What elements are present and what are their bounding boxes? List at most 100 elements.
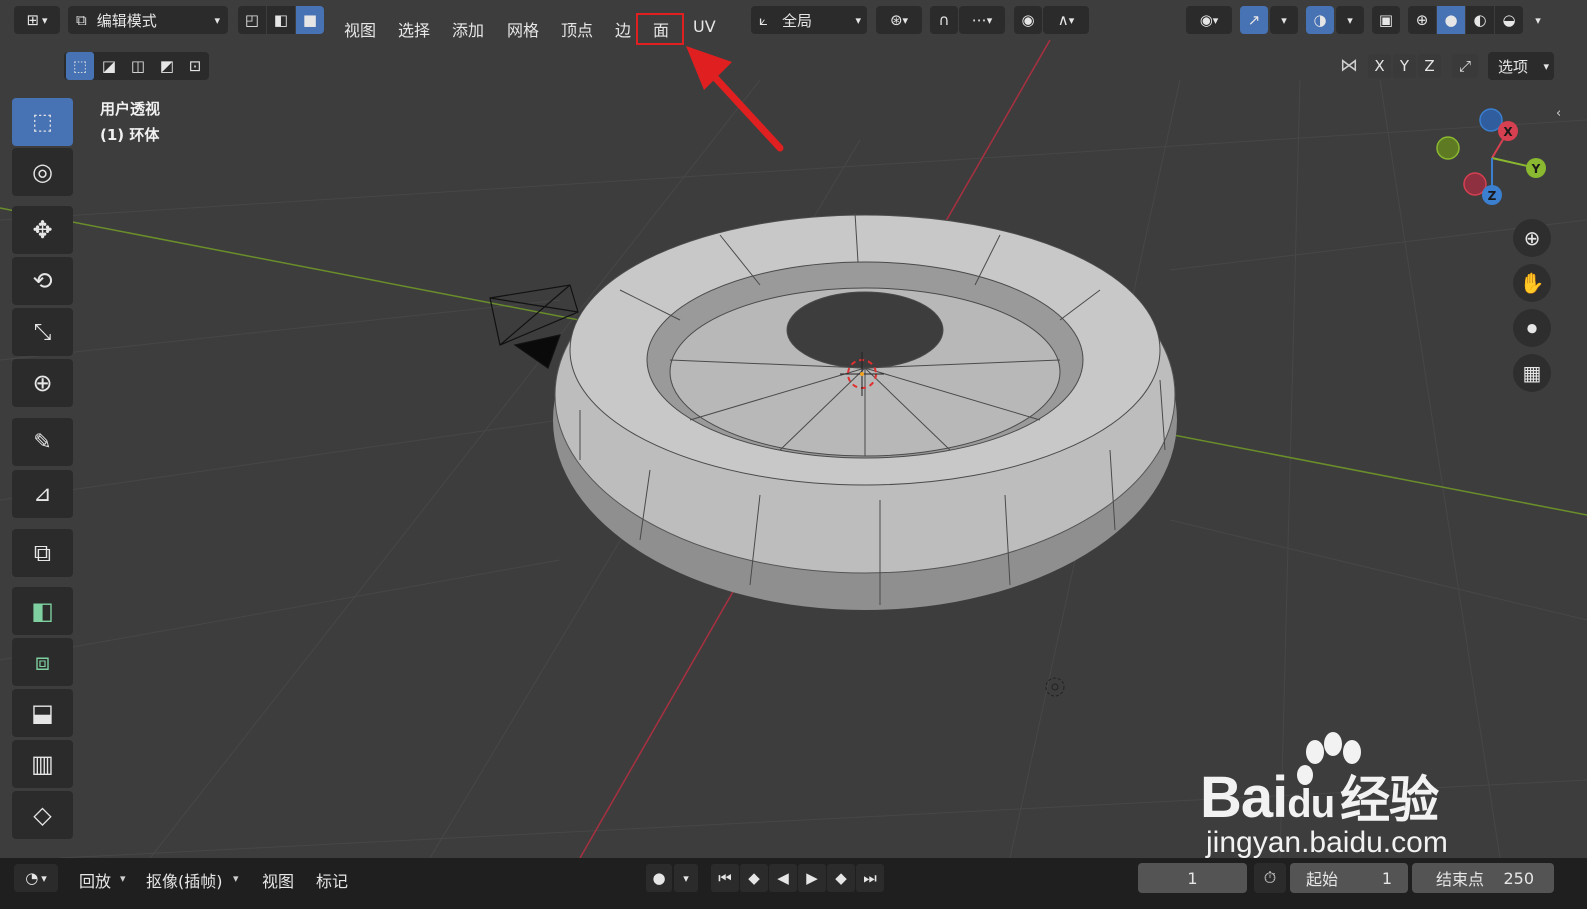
menu-vertex[interactable]: 顶点 bbox=[561, 17, 593, 41]
tool-inset[interactable]: ⧈ bbox=[12, 638, 73, 686]
vertex-select-button[interactable]: ◰ bbox=[238, 6, 266, 34]
shading-rendered-button[interactable]: ◒ bbox=[1495, 6, 1523, 34]
edge-select-button[interactable]: ◧ bbox=[267, 6, 295, 34]
tool-extrude[interactable]: ◧ bbox=[12, 587, 73, 635]
tool-knife[interactable]: ◇ bbox=[12, 791, 73, 839]
zoom-button[interactable]: ⊕ bbox=[1513, 219, 1551, 257]
shading-solid-button[interactable]: ● bbox=[1437, 6, 1465, 34]
tool-scale[interactable]: ⤡ bbox=[12, 308, 73, 356]
pivot-icon: ⊛ bbox=[889, 11, 903, 29]
perspective-toggle-button[interactable]: ▦ bbox=[1513, 354, 1551, 392]
tool-move[interactable]: ✥ bbox=[12, 206, 73, 254]
chevron-down-icon: ▾ bbox=[986, 13, 993, 27]
gizmo-y-label: Y bbox=[1531, 162, 1541, 176]
menu-face[interactable]: 面 bbox=[653, 17, 669, 41]
menu-edge[interactable]: 边 bbox=[615, 17, 631, 41]
falloff-dropdown[interactable]: ∧ ▾ bbox=[1043, 6, 1089, 34]
tool-add-cube[interactable]: ⧉ bbox=[12, 529, 73, 577]
tool-annotate[interactable]: ✎ bbox=[12, 418, 73, 466]
overlays-icon: ◑ bbox=[1313, 11, 1327, 29]
rendered-sphere-icon: ◒ bbox=[1502, 11, 1516, 29]
chevron-down-icon: ▾ bbox=[683, 871, 689, 885]
tool-cursor[interactable]: ◎ bbox=[12, 148, 73, 196]
topology-mirror-icon: ⤢ bbox=[1458, 57, 1471, 75]
tool-select-box[interactable]: ⬚ bbox=[12, 98, 73, 146]
timeline-view-menu[interactable]: 视图 bbox=[262, 868, 294, 892]
overlays-dropdown[interactable]: ▾ bbox=[1336, 6, 1364, 34]
orientation-dropdown[interactable]: ⟀ 全局 ▾ bbox=[751, 6, 867, 34]
timeline-editor-type[interactable]: ◔ ▾ bbox=[14, 864, 58, 892]
play-button[interactable]: ▶ bbox=[798, 864, 826, 892]
start-frame-field[interactable]: 起始 1 bbox=[1290, 863, 1408, 893]
select-intersect-icon[interactable]: ⊡ bbox=[182, 52, 208, 80]
edge-mode-icon: ◧ bbox=[273, 11, 289, 29]
torus-mesh bbox=[553, 212, 1177, 610]
play-reverse-button[interactable]: ◀ bbox=[769, 864, 797, 892]
bevel-icon: ⬓ bbox=[31, 699, 54, 727]
play-icon: ▶ bbox=[806, 869, 818, 887]
mode-dropdown[interactable]: ⧉ 编辑模式 ▾ bbox=[68, 6, 228, 34]
chevron-down-icon: ▾ bbox=[233, 872, 239, 885]
view-name: 用户透视 bbox=[100, 100, 161, 118]
options-dropdown[interactable]: 选项 ▾ bbox=[1488, 52, 1554, 80]
watermark-brand: Baidu 经验 bbox=[1200, 760, 1439, 832]
tool-bevel[interactable]: ⬓ bbox=[12, 689, 73, 737]
hand-icon: ✋ bbox=[1519, 271, 1545, 295]
visibility-dropdown[interactable]: ◉ ▾ bbox=[1186, 6, 1232, 34]
menu-view[interactable]: 视图 bbox=[344, 17, 376, 41]
select-subtract-icon[interactable]: ◫ bbox=[124, 52, 152, 80]
magnet-icon: ∩ bbox=[938, 11, 950, 29]
tool-rotate[interactable]: ⟲ bbox=[12, 257, 73, 305]
navigation-gizmo[interactable]: X Y Z bbox=[1430, 100, 1560, 212]
current-frame-field[interactable]: 1 bbox=[1138, 863, 1247, 893]
next-keyframe-button[interactable]: ◆ bbox=[827, 864, 855, 892]
select-invert-icon[interactable]: ◩ bbox=[153, 52, 181, 80]
editor-type-button[interactable]: ⊞ ▾ bbox=[14, 6, 60, 34]
mirror-x-button[interactable]: X bbox=[1368, 54, 1391, 78]
menu-mesh[interactable]: 网格 bbox=[507, 17, 539, 41]
selection-mode-group: ⬚ ◪ ◫ ◩ ⊡ bbox=[64, 52, 209, 80]
gizmo-x-label: X bbox=[1503, 125, 1513, 139]
baidu-watermark: Baidu 经验 jingyan.baidu.com bbox=[1200, 730, 1500, 860]
gizmo-toggle[interactable]: ↗ bbox=[1240, 6, 1268, 34]
mirror-y-button[interactable]: Y bbox=[1393, 54, 1416, 78]
end-frame-field[interactable]: 结束点 250 bbox=[1412, 863, 1554, 893]
keying-menu[interactable]: 抠像(插帧) bbox=[146, 868, 223, 892]
shading-dropdown[interactable]: ▾ bbox=[1526, 6, 1550, 34]
prev-keyframe-button[interactable]: ◆ bbox=[740, 864, 768, 892]
snap-toggle[interactable]: ∩ bbox=[930, 6, 958, 34]
menu-add[interactable]: 添加 bbox=[452, 17, 484, 41]
xray-toggle[interactable]: ▣ bbox=[1372, 6, 1400, 34]
solid-sphere-icon: ● bbox=[1444, 11, 1458, 29]
snap-target-dropdown[interactable]: ⋯ ▾ bbox=[959, 6, 1005, 34]
tool-measure[interactable]: ⊿ bbox=[12, 470, 73, 518]
chevron-down-icon: ▾ bbox=[1535, 13, 1541, 27]
pivot-dropdown[interactable]: ⊛ ▾ bbox=[876, 6, 922, 34]
chevron-down-icon: ▾ bbox=[855, 13, 861, 27]
keying-dropdown[interactable]: ▾ bbox=[674, 864, 698, 892]
select-extend-icon[interactable]: ◪ bbox=[95, 52, 123, 80]
chevron-down-icon: ▾ bbox=[1212, 13, 1219, 27]
playback-menu[interactable]: 回放 bbox=[79, 868, 111, 892]
shading-material-button[interactable]: ◐ bbox=[1466, 6, 1494, 34]
topology-mirror-button[interactable]: ⤢ bbox=[1452, 54, 1478, 78]
jump-end-button[interactable]: ⏭ bbox=[856, 864, 884, 892]
menu-select[interactable]: 选择 bbox=[398, 17, 430, 41]
tool-loop-cut[interactable]: ▥ bbox=[12, 740, 73, 788]
overlays-toggle[interactable]: ◑ bbox=[1306, 6, 1334, 34]
camera-view-button[interactable]: ⏺ bbox=[1513, 309, 1551, 347]
shading-wireframe-button[interactable]: ⊕ bbox=[1408, 6, 1436, 34]
preview-range-toggle[interactable]: ⏱ bbox=[1254, 863, 1286, 893]
select-new-icon[interactable]: ⬚ bbox=[66, 52, 94, 80]
menu-uv[interactable]: UV bbox=[693, 17, 716, 36]
proportional-edit-toggle[interactable]: ◉ bbox=[1014, 6, 1042, 34]
marker-menu[interactable]: 标记 bbox=[316, 868, 348, 892]
auto-keying-button[interactable]: ● bbox=[646, 864, 672, 892]
tool-transform[interactable]: ⊕ bbox=[12, 359, 73, 407]
face-select-button[interactable]: ■ bbox=[296, 6, 324, 34]
mirror-z-button[interactable]: Z bbox=[1418, 54, 1441, 78]
jump-start-button[interactable]: ⏮ bbox=[711, 864, 739, 892]
pan-button[interactable]: ✋ bbox=[1513, 264, 1551, 302]
add-cube-icon: ⧉ bbox=[33, 539, 52, 567]
gizmo-dropdown[interactable]: ▾ bbox=[1270, 6, 1298, 34]
